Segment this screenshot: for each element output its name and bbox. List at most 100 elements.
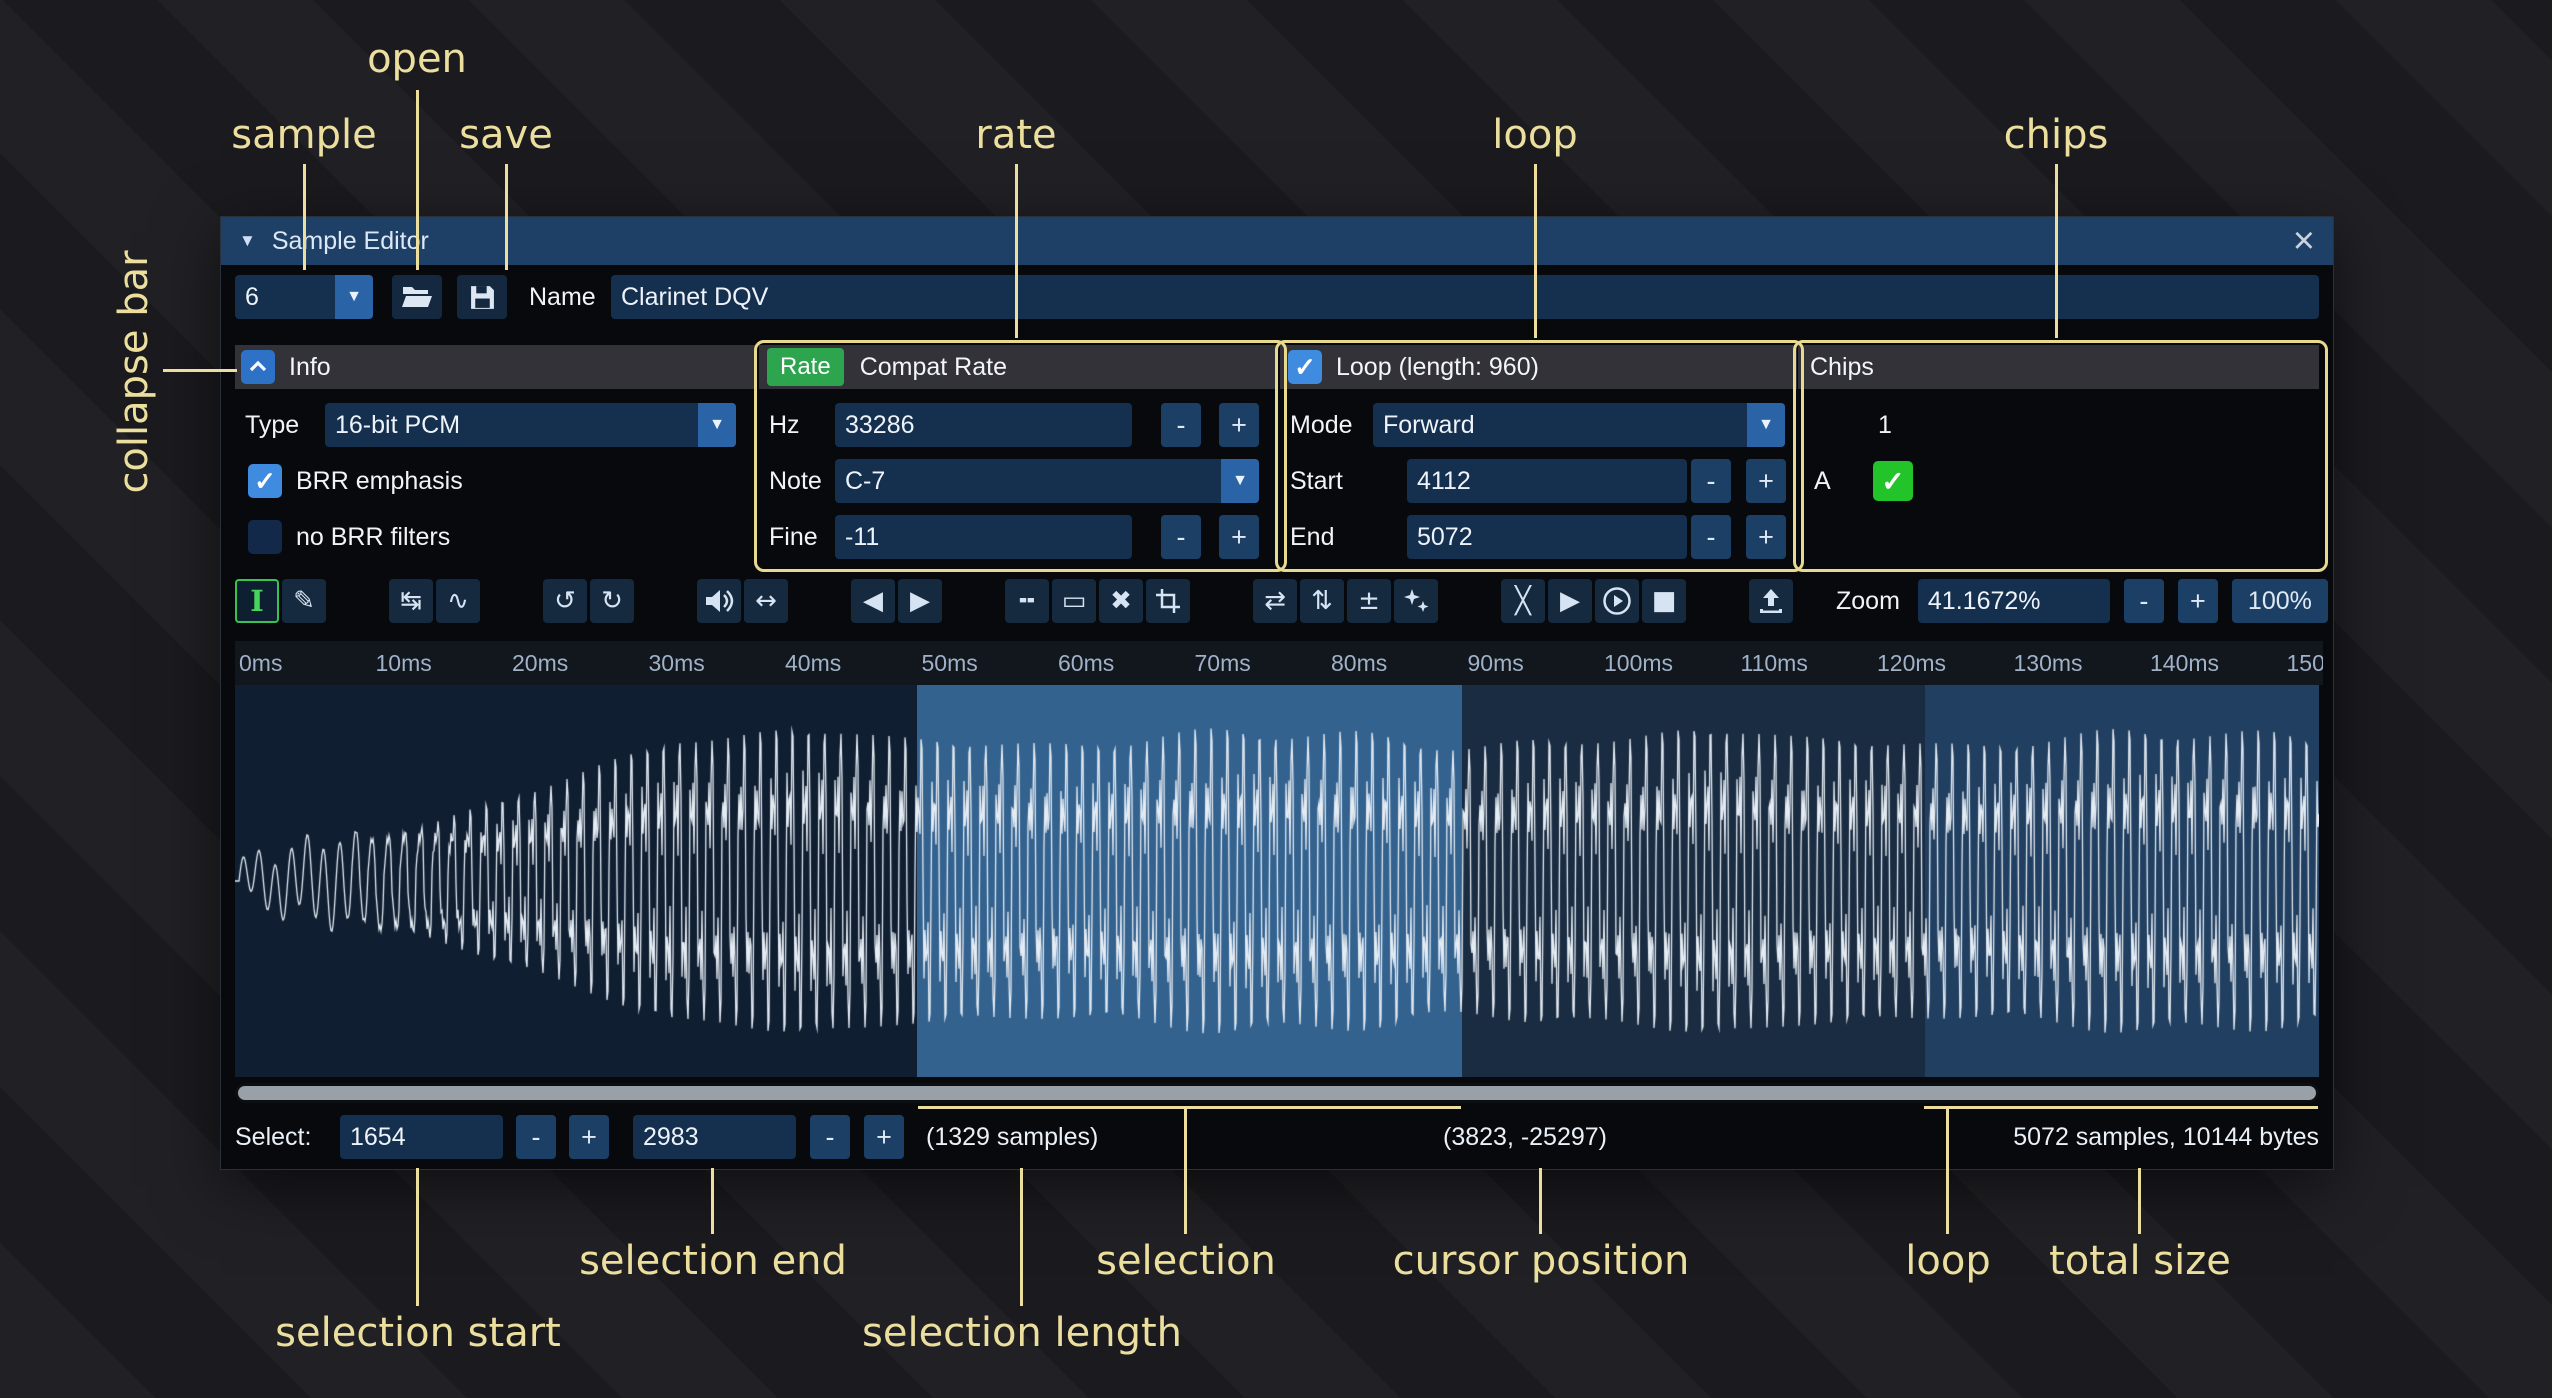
selection-end-input[interactable] bbox=[633, 1115, 796, 1159]
no-brr-filters-checkbox[interactable] bbox=[248, 520, 282, 554]
fine-decrease-button[interactable]: - bbox=[1161, 515, 1201, 559]
select-tool-button[interactable]: I bbox=[235, 579, 279, 623]
upload-to-chip-button[interactable] bbox=[1749, 579, 1793, 623]
fade-out-button[interactable]: ▶ bbox=[898, 579, 942, 623]
ruler-tick: 40ms bbox=[785, 641, 841, 685]
hz-increase-button[interactable]: + bbox=[1219, 403, 1259, 447]
delete-button[interactable]: ✖ bbox=[1099, 579, 1143, 623]
sample-selector[interactable]: 6 ▼ bbox=[235, 275, 373, 319]
note-select[interactable]: C-7 ▼ bbox=[835, 459, 1259, 503]
apply-filter-button[interactable] bbox=[1394, 579, 1438, 623]
annotation-line-total-size bbox=[2138, 1168, 2141, 1234]
sign-exchange-button[interactable]: ± bbox=[1347, 579, 1391, 623]
loop-end-decrease-button[interactable]: - bbox=[1691, 515, 1731, 559]
sample-type-select[interactable]: 16-bit PCM ▼ bbox=[325, 403, 736, 447]
waveform-canvas[interactable] bbox=[235, 685, 2319, 1077]
hz-input[interactable] bbox=[835, 403, 1132, 447]
no-brr-filters-label: no BRR filters bbox=[296, 515, 450, 559]
fine-input[interactable] bbox=[835, 515, 1132, 559]
loop-mode-select[interactable]: Forward ▼ bbox=[1373, 403, 1785, 447]
resample-button[interactable]: ∿ bbox=[436, 579, 480, 623]
window-title: Sample Editor bbox=[272, 227, 429, 256]
trim-button[interactable] bbox=[1146, 579, 1190, 623]
play-circle-button[interactable] bbox=[1595, 579, 1639, 623]
zoom-out-button[interactable]: - bbox=[2124, 579, 2164, 623]
loop-bracket bbox=[1924, 1106, 2318, 1109]
scrollbar-thumb[interactable] bbox=[238, 1086, 2316, 1100]
save-sample-button[interactable] bbox=[457, 275, 507, 319]
annotation-save: save bbox=[459, 112, 553, 158]
brr-emphasis-label: BRR emphasis bbox=[296, 459, 463, 503]
annotation-selection: selection bbox=[1096, 1238, 1276, 1284]
undo-icon: ↺ bbox=[554, 586, 576, 616]
loop-end-increase-button[interactable]: + bbox=[1746, 515, 1786, 559]
reverse-button[interactable]: ⇄ bbox=[1253, 579, 1297, 623]
ruler-tick: 90ms bbox=[1468, 641, 1524, 685]
loop-enable-checkbox[interactable]: ✓ bbox=[1288, 350, 1322, 384]
window-titlebar[interactable]: ▼ Sample Editor × bbox=[221, 217, 2333, 265]
fine-increase-button[interactable]: + bbox=[1219, 515, 1259, 559]
redo-button[interactable]: ↻ bbox=[590, 579, 634, 623]
collapse-bar-button[interactable] bbox=[241, 350, 275, 384]
hz-label: Hz bbox=[769, 403, 800, 447]
selection-start-decrease-button[interactable]: - bbox=[516, 1115, 556, 1159]
cursor-position-text: (3823, -25297) bbox=[1443, 1115, 1607, 1159]
ruler-tick: 30ms bbox=[649, 641, 705, 685]
upload-icon bbox=[1757, 587, 1785, 615]
amplify-button[interactable] bbox=[697, 579, 741, 623]
crossfade-loop-button[interactable]: ╳ bbox=[1501, 579, 1545, 623]
selection-end-increase-button[interactable]: + bbox=[864, 1115, 904, 1159]
selection-start-increase-button[interactable]: + bbox=[569, 1115, 609, 1159]
zoom-reset-button[interactable]: 100% bbox=[2232, 579, 2328, 623]
selection-length-text: (1329 samples) bbox=[926, 1115, 1098, 1159]
loop-end-input[interactable] bbox=[1407, 515, 1687, 559]
open-sample-button[interactable] bbox=[392, 275, 442, 319]
ruler-tick: 20ms bbox=[512, 641, 568, 685]
zoom-in-button[interactable]: + bbox=[2178, 579, 2218, 623]
hz-decrease-button[interactable]: - bbox=[1161, 403, 1201, 447]
mode-label: Mode bbox=[1290, 403, 1353, 447]
checkmark-icon: ✓ bbox=[1881, 465, 1904, 498]
insert-silence-button[interactable]: ╍ bbox=[1005, 579, 1049, 623]
loop-start-input[interactable] bbox=[1407, 459, 1687, 503]
crop-icon bbox=[1155, 588, 1181, 614]
stop-button[interactable]: ■ bbox=[1642, 579, 1686, 623]
selection-end-decrease-button[interactable]: - bbox=[810, 1115, 850, 1159]
chip-enable-toggle[interactable]: ✓ bbox=[1873, 461, 1913, 501]
loop-start-increase-button[interactable]: + bbox=[1746, 459, 1786, 503]
undo-button[interactable]: ↺ bbox=[543, 579, 587, 623]
timeline-ruler: 0ms10ms20ms30ms40ms50ms60ms70ms80ms90ms1… bbox=[235, 641, 2323, 685]
invert-button[interactable]: ⇅ bbox=[1300, 579, 1344, 623]
annotation-line-selection-start bbox=[416, 1168, 419, 1306]
name-label: Name bbox=[529, 275, 596, 319]
fade-in-button[interactable]: ◀ bbox=[851, 579, 895, 623]
window-collapse-caret-icon[interactable]: ▼ bbox=[239, 231, 256, 251]
draw-tool-button[interactable]: ✎ bbox=[282, 579, 326, 623]
waveform-display[interactable] bbox=[235, 685, 2319, 1077]
sample-name-input[interactable] bbox=[611, 275, 2319, 319]
play-circle-icon bbox=[1602, 586, 1632, 616]
sample-editor-window: ▼ Sample Editor × 6 ▼ Name Info Type 16-… bbox=[220, 216, 2334, 1170]
resize-button[interactable]: ↹ bbox=[389, 579, 433, 623]
resize-icon: ↹ bbox=[400, 586, 422, 616]
normalize-button[interactable]: ↔ bbox=[744, 579, 788, 623]
brr-emphasis-checkbox[interactable]: ✓ bbox=[248, 464, 282, 498]
ruler-tick: 110ms bbox=[1741, 641, 1808, 685]
minus-icon: - bbox=[2139, 586, 2148, 617]
loop-start-decrease-button[interactable]: - bbox=[1691, 459, 1731, 503]
chevron-up-icon bbox=[247, 356, 269, 378]
ruler-tick: 100ms bbox=[1604, 641, 1673, 685]
preview-button[interactable]: ▶ bbox=[1548, 579, 1592, 623]
close-icon[interactable]: × bbox=[2293, 222, 2315, 260]
sample-type-value: 16-bit PCM bbox=[325, 403, 698, 447]
apply-silence-button[interactable]: ▭ bbox=[1052, 579, 1096, 623]
selection-start-input[interactable] bbox=[340, 1115, 503, 1159]
ruler-tick: 60ms bbox=[1058, 641, 1114, 685]
loop-start-label: Start bbox=[1290, 459, 1343, 503]
waveform-scrollbar[interactable] bbox=[235, 1083, 2319, 1103]
annotation-loop-region: loop bbox=[1905, 1238, 1990, 1284]
select-label: Select: bbox=[235, 1115, 311, 1159]
loop-section-title: Loop (length: 960) bbox=[1336, 353, 1539, 382]
annotation-line-collapse-bar bbox=[163, 369, 237, 372]
zoom-input[interactable] bbox=[1918, 579, 2110, 623]
